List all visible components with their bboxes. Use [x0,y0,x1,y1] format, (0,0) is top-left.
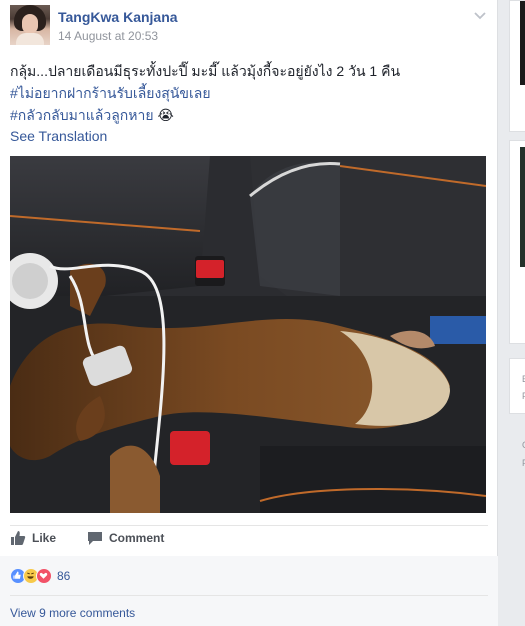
comment-label: Comment [109,531,165,545]
post-actions: Like Comment [10,528,488,552]
reaction-count[interactable]: 86 [57,569,70,583]
post-text: กลุ้ม...ปลายเดือนมีธุระทั้งปะปี๊ มะมี๊ แ… [10,60,488,126]
right-sidebar [499,0,525,626]
love-reaction-icon [36,568,52,584]
feed-post: TangKwa Kanjana 14 August at 20:53 กลุ้ม… [0,0,498,626]
like-label: Like [32,531,57,545]
thumbs-up-icon [11,531,26,545]
sidebar-card [509,0,525,132]
view-more-comments-link[interactable]: View 9 more comments [10,606,135,620]
hashtag-link[interactable]: #กลัวกลับมาแล้วลูกหาย [10,107,154,123]
reactions-section: 86 View 9 more comments [0,556,498,626]
author-name[interactable]: TangKwa Kanjana [58,9,178,25]
like-button[interactable]: Like [10,530,56,546]
comment-button[interactable]: Comment [87,530,164,546]
avatar[interactable] [10,5,50,45]
sidebar-card [509,358,525,414]
reaction-summary[interactable]: 86 [10,568,70,584]
hashtag-link[interactable]: #ไม่อยากฝากร้านรับเลี้ยงสุนัขเลย [10,85,211,101]
see-translation-link[interactable]: See Translation [10,128,107,144]
post-timestamp[interactable]: 14 August at 20:53 [58,29,158,43]
sidebar-card [509,140,525,344]
post-header: TangKwa Kanjana 14 August at 20:53 [10,5,488,47]
crying-emoji-icon: 😭 [157,107,174,123]
post-photo[interactable] [10,156,486,513]
post-body-line: กลุ้ม...ปลายเดือนมีธุระทั้งปะปี๊ มะมี๊ แ… [10,63,401,79]
chevron-down-icon[interactable] [472,7,488,23]
comment-icon [88,532,102,545]
